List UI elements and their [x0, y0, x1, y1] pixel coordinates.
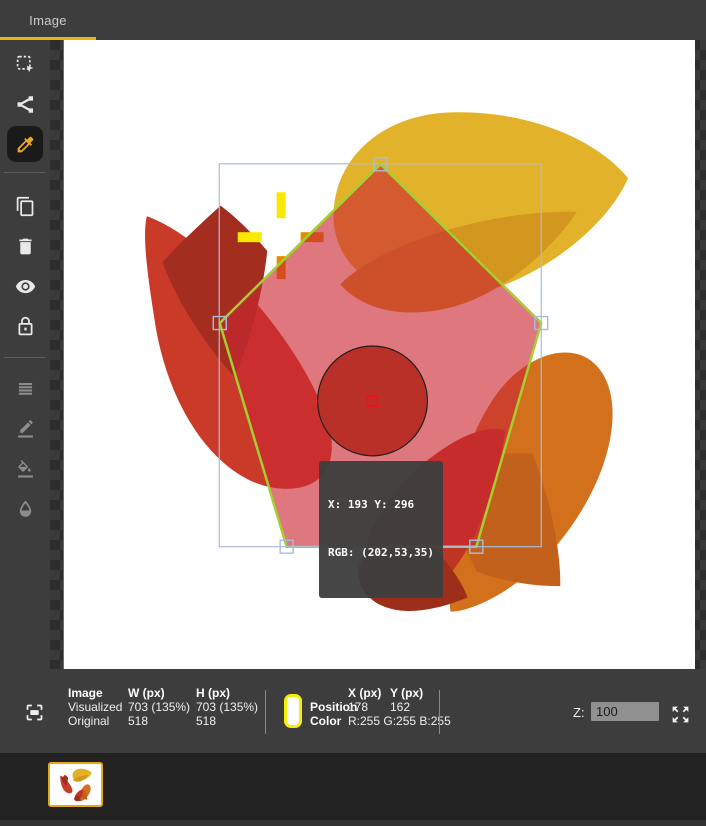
share-icon [16, 95, 33, 113]
expand-button[interactable] [670, 704, 691, 725]
eyedropper-icon [17, 136, 33, 152]
color-row-label: Color [310, 714, 342, 728]
canvas-area: X: 193 Y: 296 RGB: (202,53,35) [50, 40, 706, 669]
eyedropper-tool-button[interactable] [0, 124, 50, 164]
original-height: 518 [196, 714, 217, 728]
y-column-header: Y (px) [390, 686, 424, 700]
app-window: Image X: 193 Y: 296 RGB: (202,53,35) Ima… [0, 0, 706, 826]
droplet-tool-button[interactable] [0, 489, 50, 529]
droplet-icon [19, 499, 31, 517]
copy-tool-button[interactable] [0, 186, 50, 226]
original-row-label: Original [68, 714, 110, 728]
focus-view-icon [26, 704, 43, 721]
zoom-label: Z: [573, 705, 585, 720]
toolbar-divider [4, 357, 46, 358]
width-column-header: W (px) [128, 686, 165, 700]
lock-icon [18, 316, 32, 335]
trash-icon [18, 238, 32, 254]
eye-icon [15, 279, 35, 293]
tab-image[interactable]: Image [0, 0, 96, 40]
color-rgb-value: R:255 G:255 B:255 [348, 714, 451, 728]
fill-bucket-icon [17, 459, 33, 478]
tab-bar: Image [0, 0, 706, 40]
position-row-label: Position [310, 700, 358, 714]
rect-select-icon [16, 55, 34, 72]
copy-icon [16, 196, 33, 216]
picked-color-swatch [284, 694, 302, 728]
tooltip-rgb: RGB: (202,53,35) [328, 546, 434, 559]
tool-sidebar [0, 40, 50, 669]
height-column-header: H (px) [196, 686, 230, 700]
original-width: 518 [128, 714, 149, 728]
lock-tool-button[interactable] [0, 306, 50, 346]
pixel-info-tooltip: X: 193 Y: 296 RGB: (202,53,35) [319, 461, 443, 598]
thumbnail-artwork [50, 764, 101, 805]
layers-tool-button[interactable] [0, 369, 50, 409]
image-thumbnail[interactable] [48, 762, 103, 807]
focus-view-button[interactable] [24, 702, 45, 723]
statusbar-divider [265, 690, 266, 734]
window-bottom-edge [0, 820, 706, 826]
zoom-input[interactable] [591, 702, 659, 721]
delete-tool-button[interactable] [0, 226, 50, 266]
position-y-value: 162 [390, 700, 411, 714]
status-bar: Image W (px) H (px) Visualized 703 (135%… [0, 669, 706, 753]
tooltip-coordinates: X: 193 Y: 296 [328, 498, 415, 511]
thumbnail-strip [0, 753, 706, 820]
image-table-header: Image [68, 686, 103, 700]
image-canvas[interactable]: X: 193 Y: 296 RGB: (202,53,35) [63, 40, 695, 669]
pencil-tool-button[interactable] [0, 409, 50, 449]
rect-select-tool-button[interactable] [0, 44, 50, 84]
visualized-width: 703 (135%) [128, 700, 191, 714]
share-tool-button[interactable] [0, 84, 50, 124]
fill-tool-button[interactable] [0, 449, 50, 489]
tab-image-label: Image [29, 12, 67, 28]
image-size-table: Image W (px) H (px) Visualized 703 (135%… [68, 686, 268, 728]
statusbar-divider [439, 690, 440, 734]
layers-icon [18, 382, 32, 395]
color-sample-circle [316, 345, 429, 457]
visualized-row-label: Visualized [68, 700, 123, 714]
visibility-tool-button[interactable] [0, 266, 50, 306]
expand-arrows-icon [672, 706, 689, 723]
toolbar-divider [4, 172, 46, 173]
main-row: X: 193 Y: 296 RGB: (202,53,35) [0, 40, 706, 669]
visualized-height: 703 (135%) [196, 700, 259, 714]
position-x-value: 178 [348, 700, 369, 714]
pixel-info-table: X (px) Y (px) Position 178 162 Color R:2… [310, 686, 482, 728]
pencil-icon [17, 419, 33, 438]
x-column-header: X (px) [348, 686, 382, 700]
